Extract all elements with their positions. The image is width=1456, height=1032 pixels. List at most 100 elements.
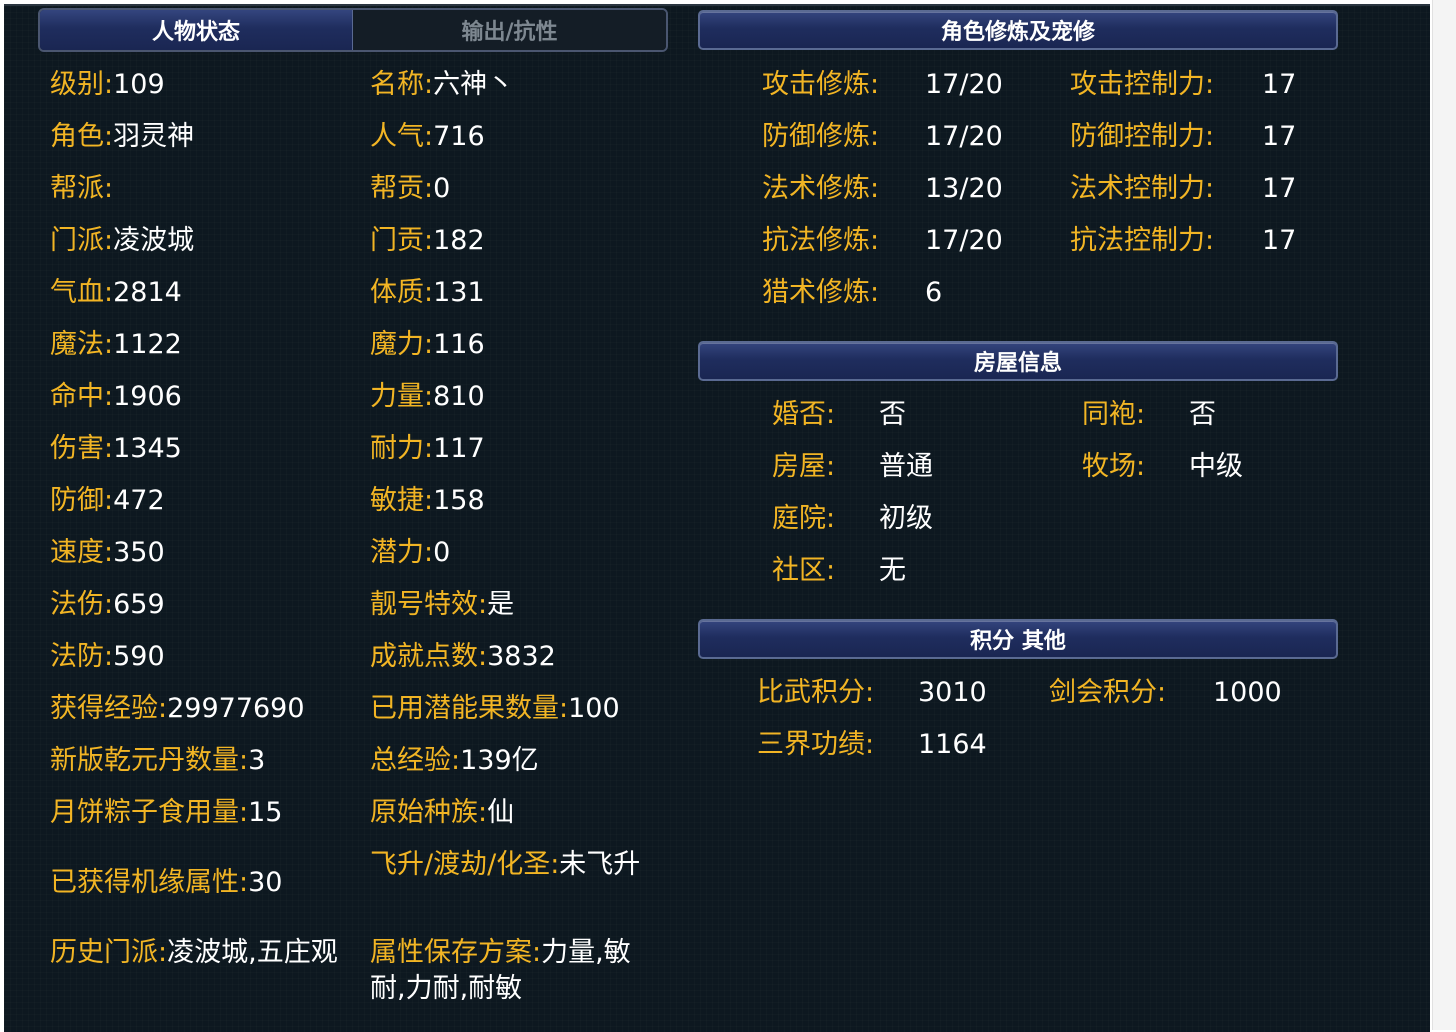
total-exp-row: 总经验:139亿 bbox=[370, 743, 539, 779]
mp-label: 魔法: bbox=[50, 329, 114, 360]
history-sect-value: 凌波城,五庄观 bbox=[167, 937, 338, 968]
history-sect-row: 历史门派:凌波城,五庄观 bbox=[50, 935, 342, 971]
hp-row: 气血:2814 bbox=[50, 275, 182, 311]
strength-value: 810 bbox=[433, 381, 485, 412]
merit-label: 三界功绩: bbox=[757, 729, 875, 760]
popularity-label: 人气: bbox=[370, 121, 434, 152]
popularity-value: 716 bbox=[433, 121, 485, 152]
mooncake-row: 月饼粽子食用量:15 bbox=[50, 795, 282, 831]
achievement-row: 成就点数:3832 bbox=[370, 639, 556, 675]
potential-row: 潜力:0 bbox=[370, 535, 450, 571]
magic-power-value: 116 bbox=[433, 329, 485, 360]
sect-contribution-value: 182 bbox=[433, 225, 485, 256]
attribute-plan-label: 属性保存方案: bbox=[370, 937, 542, 968]
endurance-label: 耐力: bbox=[370, 433, 434, 464]
endurance-row: 耐力:117 bbox=[370, 431, 485, 467]
potential-value: 0 bbox=[433, 537, 451, 568]
sect-contribution-row: 门贡:182 bbox=[370, 223, 485, 259]
name-label: 名称: bbox=[370, 69, 434, 100]
hp-value: 2814 bbox=[113, 277, 182, 308]
marriage-label: 婚否: bbox=[772, 399, 836, 430]
level-label: 级别: bbox=[50, 69, 114, 100]
name-value: 六神丶 bbox=[433, 69, 515, 100]
resist-cultivation-label: 抗法修炼: bbox=[762, 225, 880, 256]
tab-output-resistance[interactable]: 输出/抗性 bbox=[353, 10, 666, 50]
resist-control-label: 抗法控制力: bbox=[1070, 225, 1215, 256]
merit-value: 1164 bbox=[918, 729, 987, 760]
sect-value: 凌波城 bbox=[113, 225, 195, 256]
hunting-cultivation-label: 猎术修炼: bbox=[762, 277, 880, 308]
defense-cultivation-value: 17/20 bbox=[925, 121, 1003, 152]
community-value: 无 bbox=[879, 555, 906, 586]
magic-cultivation-label: 法术修炼: bbox=[762, 173, 880, 204]
marriage-value: 否 bbox=[879, 399, 906, 430]
sect-contribution-label: 门贡: bbox=[370, 225, 434, 256]
gang-contribution-label: 帮贡: bbox=[370, 173, 434, 204]
name-row: 名称:六神丶 bbox=[370, 67, 514, 103]
achievement-value: 3832 bbox=[487, 641, 556, 672]
exp-row: 获得经验:29977690 bbox=[50, 691, 305, 727]
constitution-value: 131 bbox=[433, 277, 485, 308]
defense-value: 472 bbox=[113, 485, 165, 516]
magic-defense-label: 法防: bbox=[50, 641, 114, 672]
duel-score-value: 3010 bbox=[918, 677, 987, 708]
total-exp-value: 139亿 bbox=[460, 745, 539, 776]
attack-control-label: 攻击控制力: bbox=[1070, 69, 1215, 100]
score-header: 积分 其他 bbox=[698, 619, 1338, 659]
house-value: 普通 bbox=[879, 451, 933, 482]
gang-contribution-row: 帮贡:0 bbox=[370, 171, 450, 207]
sworn-value: 否 bbox=[1189, 399, 1216, 430]
gang-contribution-value: 0 bbox=[433, 173, 451, 204]
speed-value: 350 bbox=[113, 537, 165, 568]
hit-value: 1906 bbox=[113, 381, 182, 412]
magic-damage-row: 法伤:659 bbox=[50, 587, 165, 623]
race-label: 原始种族: bbox=[370, 797, 488, 828]
defense-row: 防御:472 bbox=[50, 483, 165, 519]
constitution-label: 体质: bbox=[370, 277, 434, 308]
magic-damage-label: 法伤: bbox=[50, 589, 114, 620]
duel-score-label: 比武积分: bbox=[757, 677, 875, 708]
resist-cultivation-value: 17/20 bbox=[925, 225, 1003, 256]
role-label: 角色: bbox=[50, 121, 114, 152]
chance-label: 已获得机缘属性: bbox=[50, 867, 249, 898]
fruit-value: 100 bbox=[568, 693, 620, 724]
defense-label: 防御: bbox=[50, 485, 114, 516]
agility-label: 敏捷: bbox=[370, 485, 434, 516]
defense-cultivation-label: 防御修炼: bbox=[762, 121, 880, 152]
sworn-label: 同袍: bbox=[1082, 399, 1146, 430]
race-row: 原始种族:仙 bbox=[370, 795, 514, 831]
hp-label: 气血: bbox=[50, 277, 114, 308]
page-scrollbar[interactable] bbox=[1432, 0, 1456, 1030]
magic-power-row: 魔力:116 bbox=[370, 327, 485, 363]
sect-label: 门派: bbox=[50, 225, 114, 256]
pill-row: 新版乾元丹数量:3 bbox=[50, 743, 265, 779]
mooncake-value: 15 bbox=[248, 797, 283, 828]
title-effect-row: 靓号特效:是 bbox=[370, 587, 514, 623]
tab-character-status[interactable]: 人物状态 bbox=[40, 10, 353, 50]
mp-value: 1122 bbox=[113, 329, 182, 360]
exp-value: 29977690 bbox=[167, 693, 305, 724]
yard-value: 初级 bbox=[879, 503, 933, 534]
fruit-label: 已用潜能果数量: bbox=[370, 693, 569, 724]
attack-control-value: 17 bbox=[1262, 69, 1297, 100]
potential-label: 潜力: bbox=[370, 537, 434, 568]
ascension-value: 未飞升 bbox=[559, 849, 641, 880]
agility-row: 敏捷:158 bbox=[370, 483, 485, 519]
sect-row: 门派:凌波城 bbox=[50, 223, 194, 259]
achievement-label: 成就点数: bbox=[370, 641, 488, 672]
house-header: 房屋信息 bbox=[698, 341, 1338, 381]
sword-score-label: 剑会积分: bbox=[1049, 677, 1167, 708]
magic-control-label: 法术控制力: bbox=[1070, 173, 1215, 204]
chance-value: 30 bbox=[248, 867, 283, 898]
gang-row: 帮派: bbox=[50, 171, 113, 207]
ascension-label: 飞升/渡劫/化圣: bbox=[370, 849, 560, 880]
level-value: 109 bbox=[113, 69, 165, 100]
speed-label: 速度: bbox=[50, 537, 114, 568]
popularity-row: 人气:716 bbox=[370, 119, 485, 155]
damage-label: 伤害: bbox=[50, 433, 114, 464]
fruit-row: 已用潜能果数量:100 bbox=[370, 691, 620, 727]
hit-label: 命中: bbox=[50, 381, 114, 412]
exp-label: 获得经验: bbox=[50, 693, 168, 724]
hit-row: 命中:1906 bbox=[50, 379, 182, 415]
mooncake-label: 月饼粽子食用量: bbox=[50, 797, 249, 828]
